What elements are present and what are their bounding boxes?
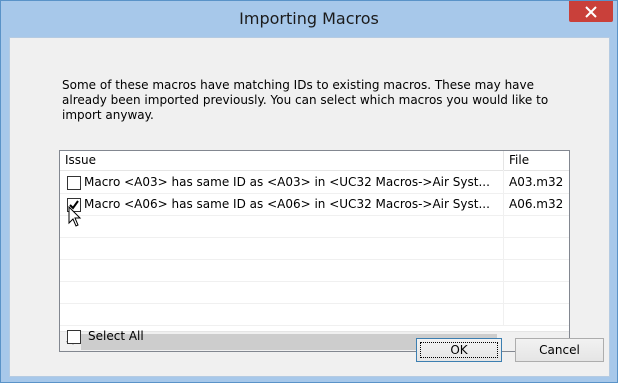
empty-row	[60, 216, 569, 238]
macro-conflict-list[interactable]: Issue File Macro <A03> has same ID as <A…	[59, 150, 570, 352]
column-header-file[interactable]: File	[504, 151, 569, 170]
close-icon	[585, 6, 597, 18]
cancel-button[interactable]: Cancel	[515, 338, 604, 362]
empty-row	[60, 238, 569, 260]
row-file: A03.m32	[509, 175, 564, 189]
empty-row	[60, 282, 569, 304]
select-all-checkbox[interactable]	[67, 330, 81, 344]
list-row[interactable]: Macro <A06> has same ID as <A06> in <UC3…	[60, 194, 569, 216]
row-checkbox[interactable]	[67, 176, 81, 190]
list-header: Issue File	[60, 151, 569, 171]
row-issue: Macro <A06> has same ID as <A06> in <UC3…	[84, 197, 490, 211]
column-header-issue[interactable]: Issue	[60, 151, 504, 170]
window-title: Importing Macros	[239, 9, 379, 28]
ok-button[interactable]: OK	[416, 338, 502, 362]
empty-row	[60, 304, 569, 326]
empty-row	[60, 260, 569, 282]
info-message: Some of these macros have matching IDs t…	[62, 78, 549, 122]
row-issue: Macro <A03> has same ID as <A03> in <UC3…	[84, 175, 490, 189]
list-row[interactable]: Macro <A03> has same ID as <A03> in <UC3…	[60, 172, 569, 194]
focus-rectangle	[420, 342, 498, 358]
cancel-label: Cancel	[539, 343, 580, 357]
row-file: A06.m32	[509, 197, 564, 211]
importing-macros-dialog: Importing Macros Some of these macros ha…	[0, 0, 618, 383]
close-button[interactable]	[569, 1, 613, 22]
dialog-body: Some of these macros have matching IDs t…	[9, 37, 610, 377]
mouse-pointer-icon	[68, 206, 82, 227]
title-bar[interactable]: Importing Macros	[1, 1, 617, 37]
select-all-label[interactable]: Select All	[88, 328, 144, 344]
